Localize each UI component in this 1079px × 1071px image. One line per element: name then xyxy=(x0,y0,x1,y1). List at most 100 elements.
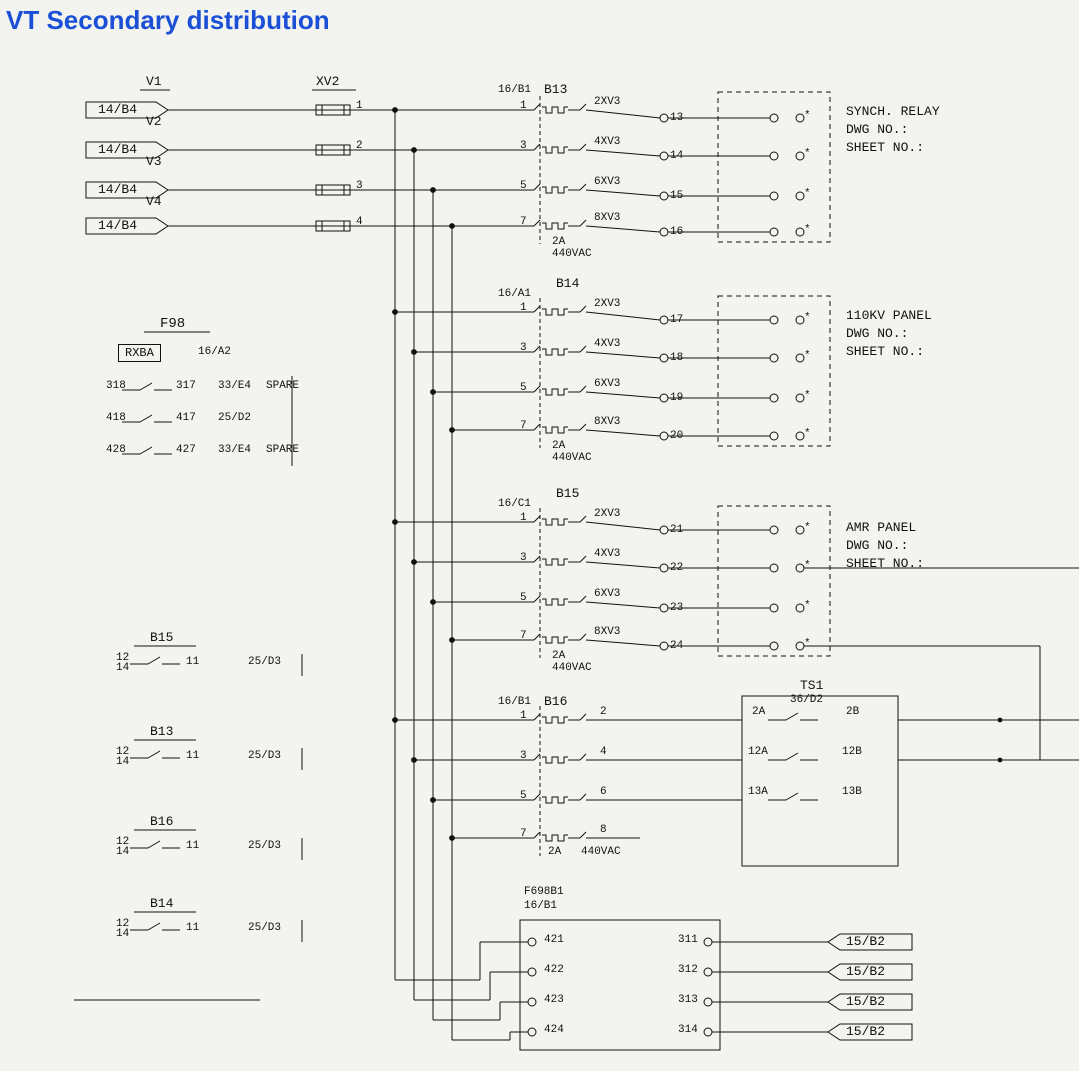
b13-l2: 3 xyxy=(520,140,527,152)
f98-l1: 318 xyxy=(106,380,126,392)
b16-id: B16 xyxy=(544,694,567,709)
b13-ref: 16/B1 xyxy=(498,84,531,96)
b15-dwg: DWG NO.: xyxy=(846,538,908,553)
f98l-l2: 422 xyxy=(544,964,564,976)
b13-x4: 8XV3 xyxy=(594,212,620,224)
b14-t4: 20 xyxy=(670,430,683,442)
b15-l4: 7 xyxy=(520,630,527,642)
f98-r3: 427 xyxy=(176,444,196,456)
f98l-r2: 312 xyxy=(678,964,698,976)
mb3-r: 11 xyxy=(186,922,199,934)
mb3-l2: 14 xyxy=(116,928,129,940)
ts1-l3: 13A xyxy=(748,786,768,798)
b16-l3: 5 xyxy=(520,790,527,802)
b15-x1: 2XV3 xyxy=(594,508,620,520)
f98-id: F98 xyxy=(160,316,185,332)
f98l-l1: 421 xyxy=(544,934,564,946)
b13-t1: 13 xyxy=(670,112,683,124)
mb1-r: 11 xyxy=(186,750,199,762)
ref4: 14/B4 xyxy=(98,218,137,233)
t1: 1 xyxy=(356,100,363,112)
b14-sh: SHEET NO.: xyxy=(846,344,924,359)
mb3-id: B14 xyxy=(150,896,173,911)
b14-l1: 1 xyxy=(520,302,527,314)
f98l-r1: 311 xyxy=(678,934,698,946)
mb0-l2: 14 xyxy=(116,662,129,674)
f98-lower xyxy=(395,920,912,1050)
b16-r4: 8 xyxy=(600,824,607,836)
mb2-n: 25/D3 xyxy=(248,840,281,852)
ref2: 14/B4 xyxy=(98,142,137,157)
b15-sh: SHEET NO.: xyxy=(846,556,924,571)
f98-l3: 428 xyxy=(106,444,126,456)
b16-l4: 7 xyxy=(520,828,527,840)
mb2-l2: 14 xyxy=(116,846,129,858)
out2: 15/B2 xyxy=(846,964,885,979)
mb0-r: 11 xyxy=(186,656,199,668)
mb1-id: B13 xyxy=(150,724,173,739)
b14-id: B14 xyxy=(556,276,579,291)
b15-id: B15 xyxy=(556,486,579,501)
ts1-l1: 2A xyxy=(752,706,765,718)
b14-ref: 16/A1 xyxy=(498,288,531,300)
f98l-r4: 314 xyxy=(678,1024,698,1036)
b13-l4: 7 xyxy=(520,216,527,228)
ts1-r1: 2B xyxy=(846,706,859,718)
t4: 4 xyxy=(356,216,363,228)
b15-l2: 3 xyxy=(520,552,527,564)
out1: 15/B2 xyxy=(846,934,885,949)
b14-x1: 2XV3 xyxy=(594,298,620,310)
block-B16 xyxy=(393,706,742,856)
b14-l4: 7 xyxy=(520,420,527,432)
t2: 2 xyxy=(356,140,363,152)
f98l-l3: 423 xyxy=(544,994,564,1006)
out3: 15/B2 xyxy=(846,994,885,1009)
f98-l2: 418 xyxy=(106,412,126,424)
b15-x4: 8XV3 xyxy=(594,626,620,638)
mb3-n: 25/D3 xyxy=(248,922,281,934)
ts1-id: TS1 xyxy=(800,678,823,693)
mb1-l2: 14 xyxy=(116,756,129,768)
b13-t2: 14 xyxy=(670,150,683,162)
f98-ref: 16/A2 xyxy=(198,346,231,358)
mb0-n: 25/D3 xyxy=(248,656,281,668)
f98-r1: 317 xyxy=(176,380,196,392)
b15-t3: 23 xyxy=(670,602,683,614)
b13-x3: 6XV3 xyxy=(594,176,620,188)
f98-s1: SPARE xyxy=(266,380,299,392)
b15-l1: 1 xyxy=(520,512,527,524)
b14-t1: 17 xyxy=(670,314,683,326)
f98-r2: 417 xyxy=(176,412,196,424)
b16-l2: 3 xyxy=(520,750,527,762)
f98l-r3: 313 xyxy=(678,994,698,1006)
ts1-ref: 36/D2 xyxy=(790,694,823,706)
b13-id: B13 xyxy=(544,82,567,97)
b13-ra: 2A 440VAC xyxy=(552,236,592,260)
f98l-ref: 16/B1 xyxy=(524,900,557,912)
f98l-l4: 424 xyxy=(544,1024,564,1036)
f98l-id: F698B1 xyxy=(524,886,564,898)
b14-t2: 18 xyxy=(670,352,683,364)
b13-x1: 2XV3 xyxy=(594,96,620,108)
b16-l1: 1 xyxy=(520,710,527,722)
v4: V4 xyxy=(146,194,162,209)
rxba-box: RXBA xyxy=(118,344,161,362)
b16-r1: 2 xyxy=(600,706,607,718)
b13-x2: 4XV3 xyxy=(594,136,620,148)
b13-t3: 15 xyxy=(670,190,683,202)
b13-sh: SHEET NO.: xyxy=(846,140,924,155)
mb0-id: B15 xyxy=(150,630,173,645)
f98-n1: 33/E4 xyxy=(218,380,251,392)
ref3: 14/B4 xyxy=(98,182,137,197)
b15-t4: 24 xyxy=(670,640,683,652)
mb2-r: 11 xyxy=(186,840,199,852)
b15-ref: 16/C1 xyxy=(498,498,531,510)
f98-n2: 25/D2 xyxy=(218,412,251,424)
b14-ra: 2A 440VAC xyxy=(552,440,592,464)
b15-dest: AMR PANEL xyxy=(846,520,916,535)
b14-x4: 8XV3 xyxy=(594,416,620,428)
ts1-l2: 12A xyxy=(748,746,768,758)
mb1-n: 25/D3 xyxy=(248,750,281,762)
b14-dest: 110KV PANEL xyxy=(846,308,932,323)
b16-ref: 16/B1 xyxy=(498,696,531,708)
